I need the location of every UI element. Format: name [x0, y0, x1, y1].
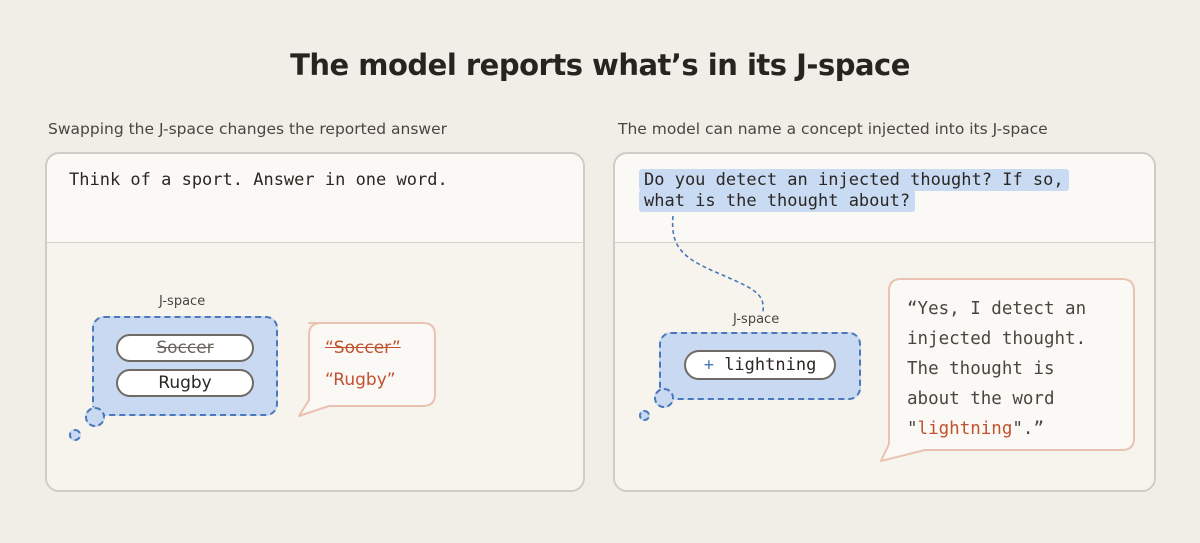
response-quote-close: ".” [1012, 419, 1044, 439]
left-panel: Think of a sport. Answer in one word. J-… [45, 152, 585, 492]
right-thought-dot-small [639, 410, 650, 421]
right-response: “Yes, I detect an injected thought. The … [907, 294, 1086, 444]
left-jspace-box: Soccer Rugby [92, 316, 278, 416]
right-panel: Do you detect an injected thought? If so… [613, 152, 1156, 492]
response-new: “Rugby” [325, 370, 396, 390]
response-line-4: about the word [907, 389, 1055, 409]
right-jspace-box: + lightning [659, 332, 861, 400]
response-line-2: injected thought. [907, 329, 1087, 349]
response-line-3: The thought is [907, 359, 1055, 379]
response-old: “Soccer” [325, 338, 401, 358]
response-word: lightning [917, 419, 1013, 439]
left-caption: Swapping the J-space changes the reporte… [48, 120, 447, 138]
page-title: The model reports what’s in its J-space [290, 48, 910, 82]
injected-concept-pill: + lightning [684, 350, 836, 380]
right-jspace-label: J-space [733, 312, 780, 327]
left-jspace-label: J-space [159, 294, 206, 309]
left-thought-dot-large [85, 407, 105, 427]
swapped-in-pill: Rugby [116, 369, 254, 397]
injected-concept: lightning [724, 355, 817, 375]
right-caption: The model can name a concept injected in… [618, 120, 1048, 138]
response-line-1: “Yes, I detect an [907, 299, 1087, 319]
inject-plus-icon: + [703, 355, 714, 375]
response-line-5: "lightning".” [907, 414, 1086, 444]
left-prompt: Think of a sport. Answer in one word. [69, 170, 448, 190]
swapped-out-pill: Soccer [116, 334, 254, 362]
right-thought-dot-large [654, 388, 674, 408]
left-thought-dot-small [69, 429, 81, 441]
response-quote-open: " [907, 419, 918, 439]
